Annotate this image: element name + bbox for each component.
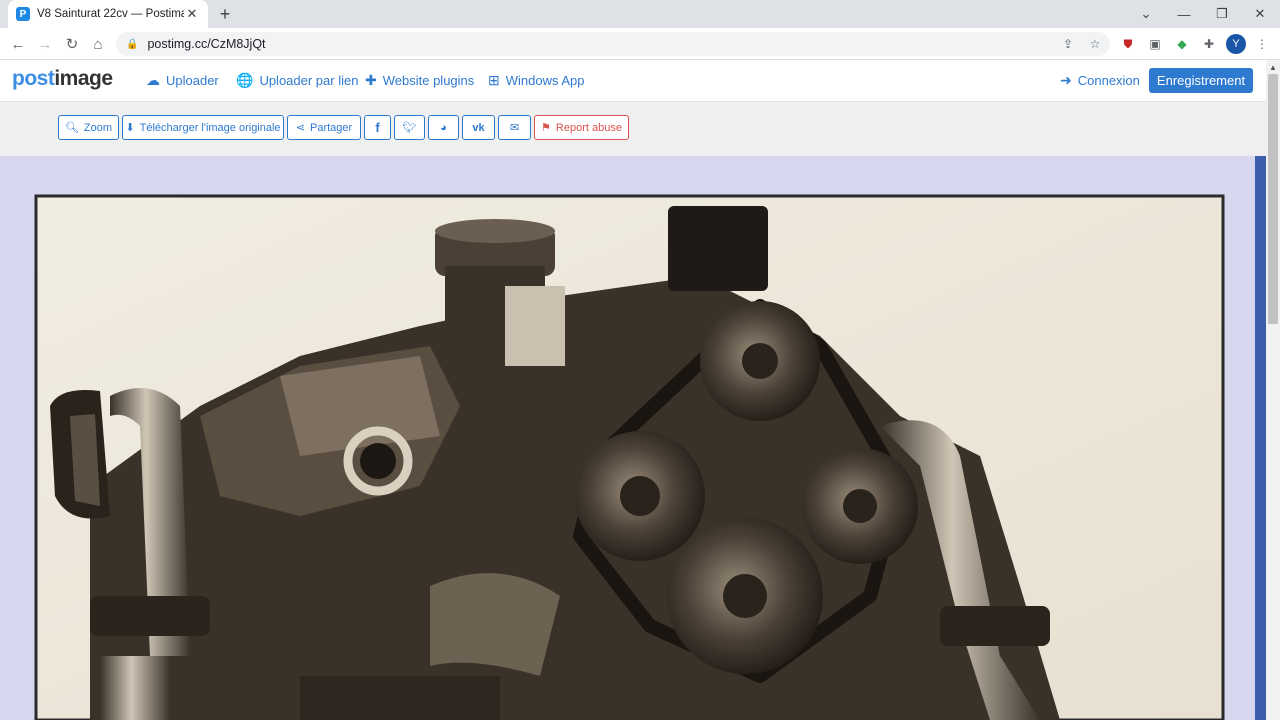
back-icon[interactable]: ←	[6, 32, 30, 56]
reddit-icon[interactable]: ◕	[428, 115, 459, 140]
download-original-button[interactable]: ⬇ Télécharger l'image originale	[122, 115, 284, 140]
cloud-upload-icon: ☁	[146, 72, 160, 88]
address-bar[interactable]: 🔒 postimg.cc/CzM8JjQt	[116, 32, 1110, 56]
report-abuse-button[interactable]: ⚑ Report abuse	[534, 115, 629, 140]
reload-icon[interactable]: ↻	[60, 32, 84, 56]
extension-google-icon[interactable]: ◆	[1172, 34, 1192, 54]
url-text: postimg.cc/CzM8JjQt	[147, 37, 266, 51]
lock-icon[interactable]: 🔒	[126, 39, 138, 50]
browser-toolbar: ← → ↻ ⌂ 🔒 postimg.cc/CzM8JjQt ⇪ ☆ ⛊ ▣ ◆ …	[0, 28, 1280, 60]
minimize-icon[interactable]: —	[1166, 0, 1202, 28]
register-button[interactable]: Enregistrement	[1149, 68, 1253, 93]
engine-photo[interactable]	[0, 156, 1266, 720]
facebook-icon[interactable]: f	[364, 115, 391, 140]
postimage-logo[interactable]: postimage	[12, 67, 113, 91]
close-window-icon[interactable]: ✕	[1242, 0, 1278, 28]
tab-search-icon[interactable]: ⌄	[1128, 0, 1164, 28]
image-viewer	[0, 156, 1266, 720]
postimages-favicon-icon: P	[16, 7, 30, 21]
forward-icon[interactable]: →	[33, 32, 57, 56]
site-header: postimage ☁ Uploader 🌐 Uploader par lien…	[0, 60, 1266, 102]
share-page-icon[interactable]: ⇪	[1058, 34, 1078, 54]
browser-tab-strip: P V8 Sainturat 22cv — Postimages ✕ + ⌄ —…	[0, 0, 1280, 28]
restore-icon[interactable]: ❐	[1204, 0, 1240, 28]
share-button[interactable]: ⋖ Partager	[287, 115, 361, 140]
share-icon: ⋖	[295, 122, 305, 134]
scrollbar-thumb[interactable]	[1268, 74, 1278, 324]
page-scrollbar[interactable]: ▲	[1266, 60, 1280, 720]
scroll-up-arrow-icon[interactable]: ▲	[1266, 60, 1280, 74]
twitter-icon[interactable]: 🐦︎	[394, 115, 425, 140]
sign-in-icon: ➜	[1060, 72, 1072, 88]
image-actions-bar: 🔍︎ Zoom ⬇ Télécharger l'image originale …	[0, 102, 1266, 156]
bookmark-star-icon[interactable]: ☆	[1085, 34, 1105, 54]
nav-website-plugins[interactable]: ✚ Website plugins	[365, 72, 474, 89]
tab-title: V8 Sainturat 22cv — Postimages	[37, 8, 184, 20]
browser-tab[interactable]: P V8 Sainturat 22cv — Postimages ✕	[8, 0, 208, 28]
login-link[interactable]: ➜ Connexion	[1060, 72, 1140, 89]
nav-windows-app[interactable]: ⊞ Windows App	[488, 72, 585, 89]
magnifier-icon: 🔍︎	[64, 122, 79, 134]
download-icon: ⬇	[125, 122, 135, 134]
zoom-button[interactable]: 🔍︎ Zoom	[58, 115, 119, 140]
new-tab-button[interactable]: +	[216, 5, 234, 23]
envelope-icon[interactable]: ✉	[498, 115, 531, 140]
puzzle-icon: ✚	[365, 72, 377, 88]
home-icon[interactable]: ⌂	[86, 32, 110, 56]
globe-icon: 🌐	[236, 72, 254, 88]
nav-uploader-by-link[interactable]: 🌐 Uploader par lien	[236, 72, 358, 89]
browser-menu-icon[interactable]: ⋮	[1252, 34, 1272, 54]
profile-avatar[interactable]: Y	[1226, 34, 1246, 54]
close-tab-icon[interactable]: ✕	[184, 6, 200, 22]
windows-icon: ⊞	[488, 72, 500, 88]
nav-uploader[interactable]: ☁ Uploader	[146, 72, 219, 89]
extensions-puzzle-icon[interactable]: ✚	[1199, 34, 1219, 54]
flag-icon: ⚑	[541, 122, 551, 134]
extension-shield-icon[interactable]: ⛊	[1118, 34, 1138, 54]
vk-icon[interactable]: vk	[462, 115, 495, 140]
extension-pdf-icon[interactable]: ▣	[1145, 34, 1165, 54]
